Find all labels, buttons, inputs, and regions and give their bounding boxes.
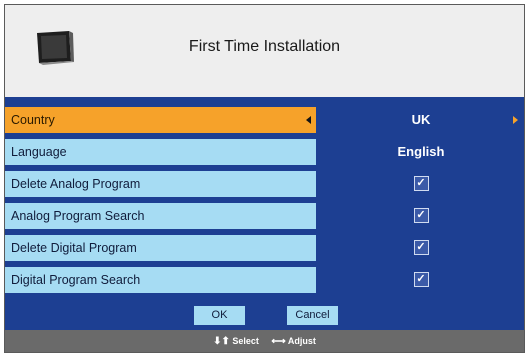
setting-row-language[interactable]: Language English (5, 139, 524, 165)
checkbox-icon[interactable]: ✓ (413, 272, 429, 288)
setting-label: Language (5, 139, 316, 165)
setting-label: Delete Digital Program (5, 235, 316, 261)
setting-row-delete-analog[interactable]: Delete Analog Program ✓ (5, 171, 524, 197)
up-down-arrows-icon: ⬇⬆ (213, 336, 230, 347)
setting-label: Delete Analog Program (5, 171, 316, 197)
ok-button[interactable]: OK (194, 306, 245, 325)
country-value[interactable]: UK (319, 107, 523, 133)
arrow-left-icon[interactable] (306, 116, 311, 124)
checkbox-icon[interactable]: ✓ (413, 176, 429, 192)
arrow-right-icon[interactable] (513, 116, 518, 124)
setting-label: Digital Program Search (5, 267, 316, 293)
button-bar: OK Cancel (5, 302, 524, 330)
language-value[interactable]: English (319, 139, 523, 165)
page-title: First Time Installation (188, 38, 341, 55)
left-right-arrows-icon: ⟷ (271, 336, 286, 347)
delete-analog-value[interactable]: ✓ (319, 171, 523, 197)
setting-row-digital-search[interactable]: Digital Program Search ✓ (5, 267, 524, 293)
delete-digital-value[interactable]: ✓ (319, 235, 523, 261)
adjust-hint: Adjust (287, 336, 316, 346)
setting-label: Country (5, 107, 316, 133)
setting-row-country[interactable]: Country UK (5, 107, 524, 133)
checkbox-icon[interactable]: ✓ (413, 240, 429, 256)
analog-search-value[interactable]: ✓ (319, 203, 523, 229)
installation-dialog: First Time Installation Country UK Langu… (4, 4, 525, 353)
setting-label: Analog Program Search (5, 203, 316, 229)
setting-row-analog-search[interactable]: Analog Program Search ✓ (5, 203, 524, 229)
dialog-header: First Time Installation (5, 5, 524, 97)
setting-row-delete-digital[interactable]: Delete Digital Program ✓ (5, 235, 524, 261)
help-footer: ⬇⬆ Select ⟷ Adjust (5, 330, 524, 352)
settings-grid: Country UK Language English Delete Analo… (5, 103, 524, 302)
cancel-button[interactable]: Cancel (287, 306, 338, 325)
select-hint: Select (232, 336, 259, 346)
checkbox-icon[interactable]: ✓ (413, 208, 429, 224)
digital-search-value[interactable]: ✓ (319, 267, 523, 293)
